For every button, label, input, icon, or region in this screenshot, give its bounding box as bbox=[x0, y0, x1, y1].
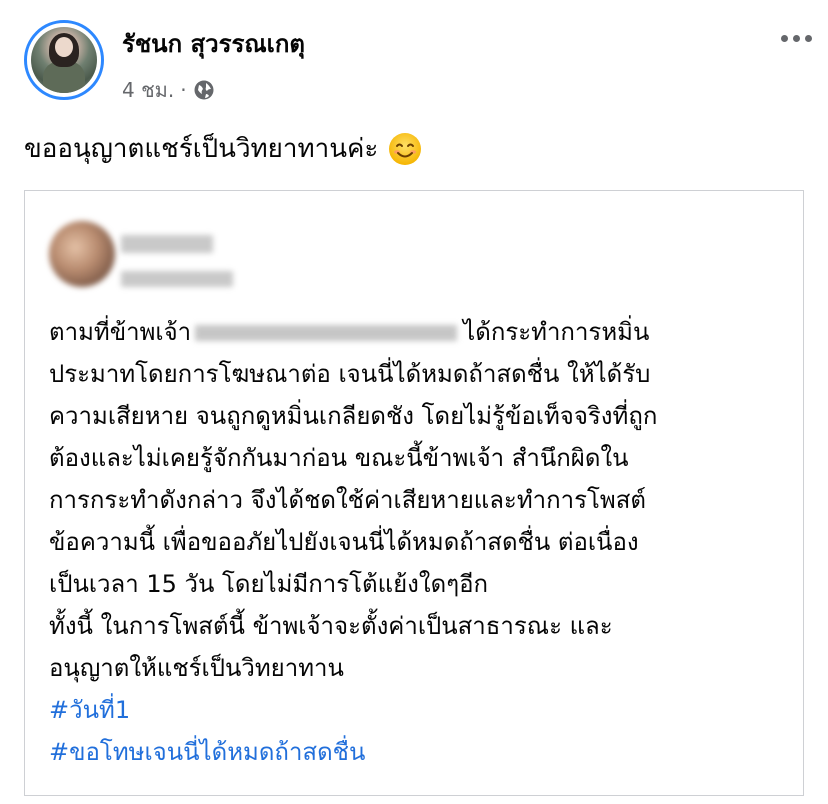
author-avatar[interactable] bbox=[24, 20, 104, 100]
shared-line: ข้อความนี้ เพื่อขออภัยไปยังเจนนี่ได้หมดถ… bbox=[49, 528, 639, 556]
shared-author-name-blurred bbox=[121, 235, 213, 253]
meta-separator: · bbox=[180, 78, 187, 102]
globe-icon[interactable] bbox=[193, 79, 215, 101]
shared-author-avatar-blurred bbox=[49, 221, 115, 287]
shared-line: เป็นเวลา 15 วัน โดยไม่มีการโต้แย้งใดๆอีก bbox=[49, 570, 489, 598]
shared-line: ต้องและไม่เคยรู้จักกันมาก่อน ขณะนี้ข้าพเ… bbox=[49, 444, 629, 472]
shared-line: การกระทำดังกล่าว จึงได้ชดใช้ค่าเสียหายแล… bbox=[49, 486, 646, 514]
smiling-face-emoji-icon bbox=[389, 132, 422, 165]
shared-line: ทั้งนี้ ในการโพสต์นี้ ข้าพเจ้าจะตั้งค่าเ… bbox=[49, 612, 613, 640]
post-text-content: ขออนุญาตแชร์เป็นวิทยาทานค่ะ bbox=[24, 134, 379, 164]
author-name[interactable]: รัชนก สุวรรณเกตุ bbox=[122, 24, 305, 63]
redacted-name-blurred bbox=[195, 325, 458, 341]
shared-post-body: ตามที่ข้าพเจ้า ได้กระทำการหมิ่น ประมาทโดย… bbox=[49, 311, 789, 773]
shared-line: ตามที่ข้าพเจ้า ได้กระทำการหมิ่น bbox=[49, 318, 650, 346]
avatar-photo bbox=[31, 27, 97, 93]
shared-post-time-blurred bbox=[121, 271, 233, 287]
hashtag-link[interactable]: #ขอโทษเจนนี่ได้หมดถ้าสดชื่น bbox=[49, 731, 789, 773]
shared-post-card[interactable]: ตามที่ข้าพเจ้า ได้กระทำการหมิ่น ประมาทโดย… bbox=[24, 190, 804, 796]
post-text: ขออนุญาตแชร์เป็นวิทยาทานค่ะ bbox=[24, 128, 422, 169]
shared-line: ความเสียหาย จนถูกดูหมิ่นเกลียดชัง โดยไม่… bbox=[49, 402, 658, 430]
more-options-icon[interactable] bbox=[778, 30, 814, 46]
hashtag-link[interactable]: #วันที่1 bbox=[49, 689, 789, 731]
post-header: รัชนก สุวรรณเกตุ 4 ชม. · bbox=[24, 20, 814, 110]
post-time[interactable]: 4 ชม. bbox=[122, 74, 174, 106]
shared-line: ประมาทโดยการโฆษณาต่อ เจนนี่ได้หมดถ้าสดชื… bbox=[49, 360, 651, 388]
post-meta: 4 ชม. · bbox=[122, 74, 215, 106]
shared-line: อนุญาตให้แชร์เป็นวิทยาทาน bbox=[49, 654, 344, 682]
